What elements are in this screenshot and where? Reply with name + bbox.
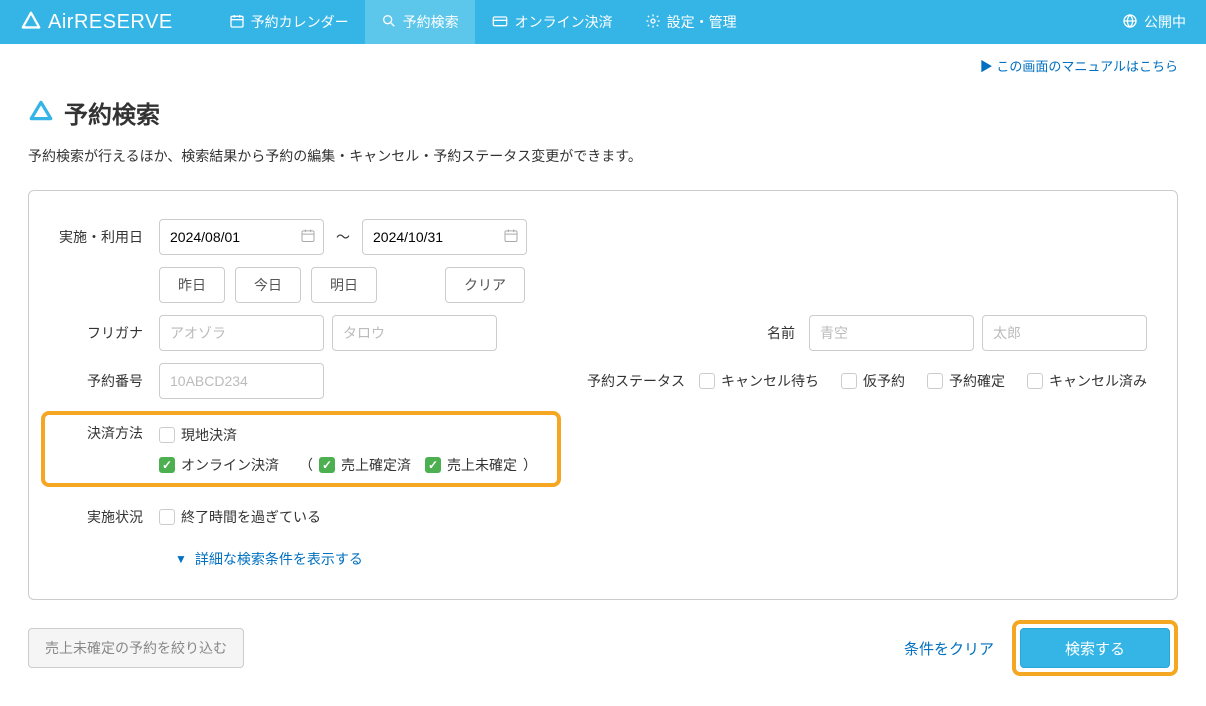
payment-label: 決済方法 [45,423,159,443]
payment-onsite-checkbox[interactable]: 現地決済 [159,425,237,445]
search-highlight-box: 検索する [1012,620,1178,676]
status-confirmed-checkbox[interactable]: 予約確定 [927,371,1005,391]
globe-icon [1122,13,1138,32]
logo[interactable]: AirRESERVE [20,10,173,35]
date-from-input[interactable] [159,219,324,255]
date-label: 実施・利用日 [59,227,159,247]
quick-row: 昨日 今日 明日 クリア [59,267,1147,303]
page-description: 予約検索が行えるほか、検索結果から予約の編集・キャンセル・予約ステータス変更がで… [28,146,1178,166]
furigana-mei-input[interactable] [332,315,497,351]
resnum-status-row: 予約番号 予約ステータス キャンセル待ち 仮予約 予約確定 キャンセル済み [59,363,1147,399]
name-sei-input[interactable] [809,315,974,351]
furigana-name-row: フリガナ 名前 [59,315,1147,351]
quick-clear-button[interactable]: クリア [445,267,525,303]
sales-unconfirmed-checkbox[interactable]: 売上未確定 [425,455,517,475]
content: 予約検索 予約検索が行えるほか、検索結果から予約の編集・キャンセル・予約ステータ… [0,75,1206,706]
manual-link[interactable]: この画面のマニュアルはこちら [0,44,1206,75]
nav-settings[interactable]: 設定・管理 [629,0,753,44]
triangle-icon [28,98,54,127]
situation-row: 実施状況 終了時間を過ぎている [59,499,1147,535]
search-icon [381,13,397,32]
calendar-icon [229,13,245,32]
situation-past-end-checkbox[interactable]: 終了時間を過ぎている [159,507,321,527]
name-label: 名前 [767,323,809,343]
publish-label: 公開中 [1144,12,1186,32]
page-title: 予約検索 [64,95,160,130]
nav-label: オンライン決済 [515,12,613,32]
status-label: 予約ステータス [587,371,699,391]
resnum-label: 予約番号 [59,371,159,391]
payment-online-checkbox[interactable]: オンライン決済 [159,455,279,475]
situation-label: 実施状況 [59,507,159,527]
advanced-conditions-link[interactable]: 詳細な検索条件を表示する [175,549,1147,569]
footer-buttons: 売上未確定の予約を絞り込む 条件をクリア 検索する [28,620,1178,676]
publish-status[interactable]: 公開中 [1122,12,1186,32]
page-title-row: 予約検索 [28,95,1178,130]
date-row: 実施・利用日 〜 [59,219,1147,255]
tilde: 〜 [336,227,350,247]
close-paren: ） [523,455,537,475]
date-to-input[interactable] [362,219,527,255]
nav-calendar[interactable]: 予約カレンダー [213,0,365,44]
filter-unconfirmed-button[interactable]: 売上未確定の予約を絞り込む [28,628,244,668]
status-provisional-checkbox[interactable]: 仮予約 [841,371,905,391]
resnum-input[interactable] [159,363,324,399]
gear-icon [645,13,661,32]
name-mei-input[interactable] [982,315,1147,351]
nav-payment[interactable]: オンライン決済 [475,0,629,44]
logo-icon [20,10,42,35]
furigana-sei-input[interactable] [159,315,324,351]
status-cancelled-checkbox[interactable]: キャンセル済み [1027,371,1147,391]
nav-label: 設定・管理 [667,12,737,32]
sales-confirmed-checkbox[interactable]: 売上確定済 [319,455,411,475]
logo-text: AirRESERVE [48,11,173,34]
furigana-label: フリガナ [59,323,159,343]
search-button[interactable]: 検索する [1020,628,1170,668]
quick-yesterday-button[interactable]: 昨日 [159,267,225,303]
app-header: AirRESERVE 予約カレンダー 予約検索 オンライン決済 設定・管理 [0,0,1206,44]
nav: 予約カレンダー 予約検索 オンライン決済 設定・管理 [213,0,753,44]
open-paren: （ [299,455,313,475]
card-icon [491,13,509,32]
status-cancel-wait-checkbox[interactable]: キャンセル待ち [699,371,819,391]
quick-tomorrow-button[interactable]: 明日 [311,267,377,303]
clear-conditions-link[interactable]: 条件をクリア [898,638,1000,659]
nav-label: 予約カレンダー [251,12,349,32]
nav-search[interactable]: 予約検索 [365,0,475,44]
nav-label: 予約検索 [403,12,459,32]
quick-today-button[interactable]: 今日 [235,267,301,303]
search-form: 実施・利用日 〜 [28,190,1178,600]
payment-highlight-box: 決済方法 現地決済 オンライン決済 （ 売上確定済 売上未確定 ） [41,411,561,487]
